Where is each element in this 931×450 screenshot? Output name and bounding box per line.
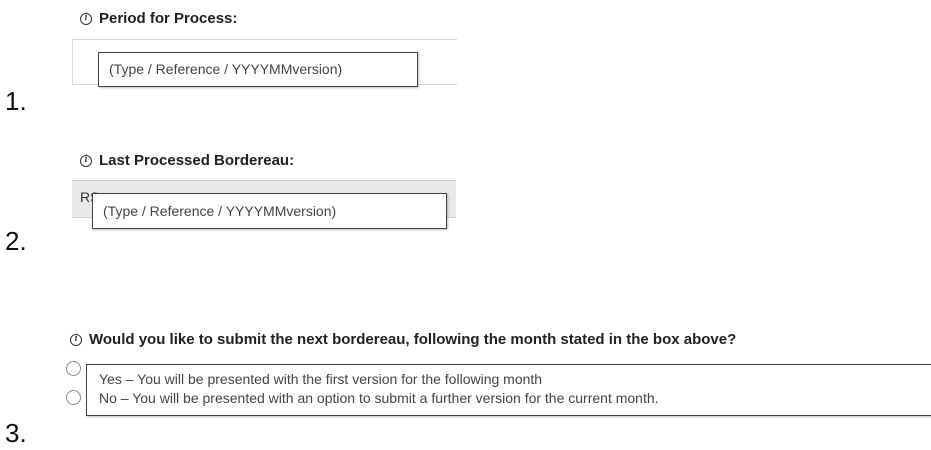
info-icon[interactable] [70,333,82,346]
last-processed-label-text: Last Processed Bordereau: [99,152,295,169]
item-number-1: 1. [5,86,27,116]
option-no-label[interactable]: No – You will be presented with an optio… [99,390,659,406]
options-tooltip: Yes – You will be presented with the fir… [86,364,931,416]
period-tooltip-text: (Type / Reference / YYYYMMversion) [109,61,343,77]
period-label: Period for Process: [80,10,237,27]
period-label-text: Period for Process: [99,10,238,27]
item-number-3: 3. [5,418,27,448]
info-icon[interactable] [80,12,92,25]
period-tooltip: (Type / Reference / YYYYMMversion) [98,52,418,87]
info-icon[interactable] [80,154,92,167]
last-processed-tooltip: (Type / Reference / YYYYMMversion) [92,193,447,229]
last-processed-tooltip-text: (Type / Reference / YYYYMMversion) [103,203,337,219]
radio-no[interactable] [66,390,81,405]
last-processed-label: Last Processed Bordereau: [80,152,294,169]
radio-yes[interactable] [66,361,81,376]
submit-next-question: Would you like to submit the next border… [70,331,736,348]
option-yes-label[interactable]: Yes – You will be presented with the fir… [99,371,542,387]
submit-next-question-text: Would you like to submit the next border… [89,331,737,348]
item-number-2: 2. [5,226,27,256]
